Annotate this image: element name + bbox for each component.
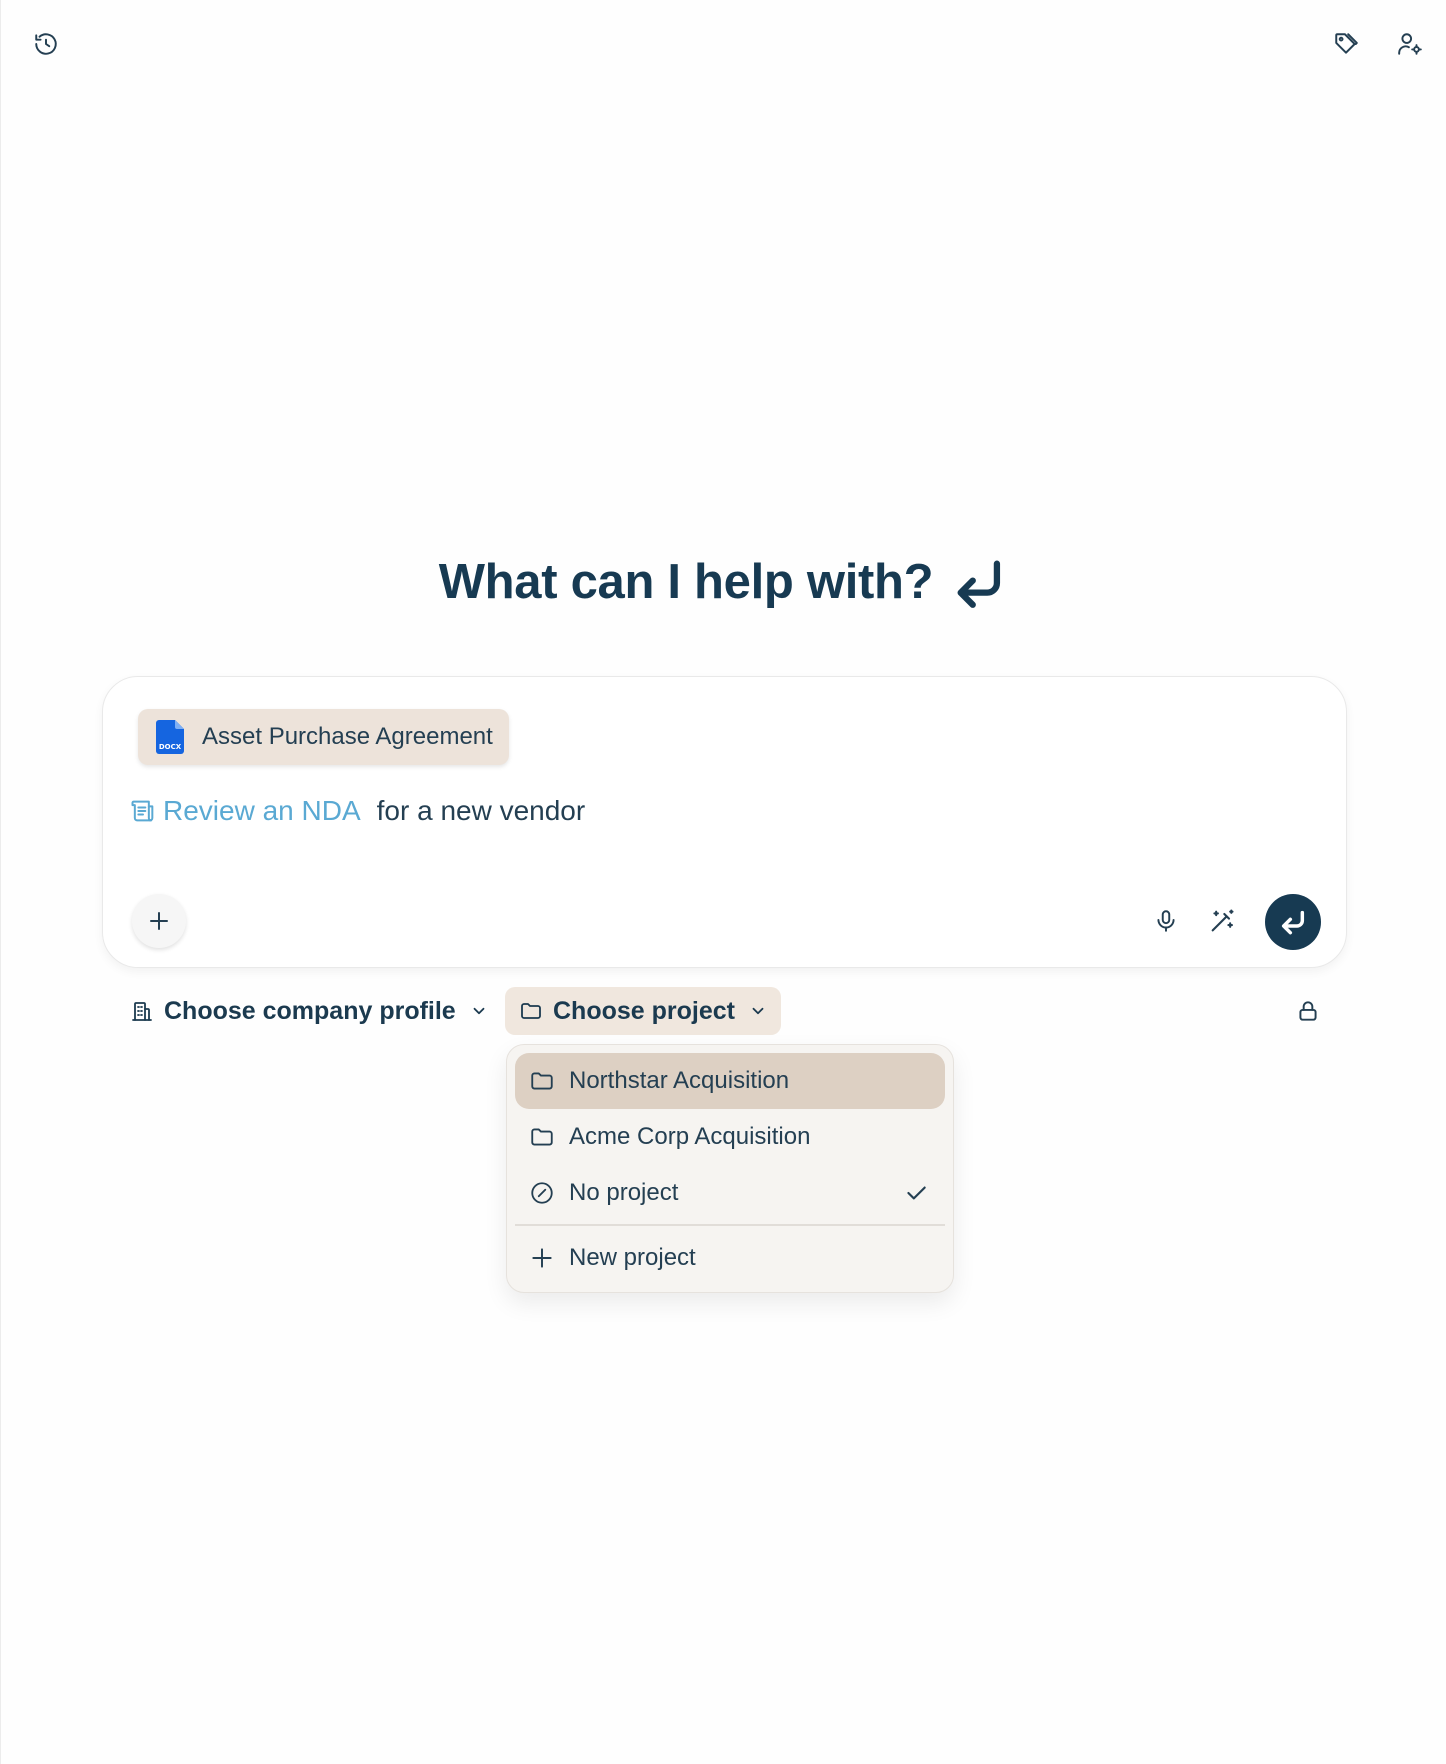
lock-icon xyxy=(1299,1001,1317,1021)
user-settings-button[interactable] xyxy=(1390,24,1430,64)
tag-icon xyxy=(1335,33,1358,54)
menu-item-label: No project xyxy=(569,1179,679,1206)
new-project-button[interactable]: New project xyxy=(515,1229,945,1287)
prompt-template-link[interactable]: Review an NDA xyxy=(163,795,361,827)
docx-file-icon: DOCX xyxy=(156,720,184,754)
plus-icon xyxy=(532,1247,552,1268)
menu-item-project[interactable]: Acme Corp Acquisition xyxy=(515,1109,945,1165)
menu-divider xyxy=(515,1224,945,1226)
message-composer[interactable]: DOCX Asset Purchase Agreement Review an … xyxy=(102,676,1347,968)
plus-icon xyxy=(150,912,168,930)
checkmark-icon xyxy=(907,1186,926,1200)
history-button[interactable] xyxy=(26,24,66,64)
menu-item-project[interactable]: Northstar Acquisition xyxy=(515,1053,945,1109)
project-dropdown-menu: Northstar Acquisition Acme Corp Acquisit… xyxy=(506,1044,954,1293)
new-project-label: New project xyxy=(569,1243,696,1271)
send-button[interactable] xyxy=(1265,894,1321,950)
app-window: What can I help with? DOCX Asset Purchas… xyxy=(0,0,1446,1764)
project-selector[interactable]: Choose project xyxy=(505,987,781,1035)
send-return-icon xyxy=(1281,910,1305,935)
page-title: What can I help with? xyxy=(438,555,934,609)
history-icon xyxy=(35,33,57,55)
tags-button[interactable] xyxy=(1326,24,1366,64)
enhance-prompt-button[interactable] xyxy=(1199,898,1245,944)
return-arrow-icon xyxy=(957,560,1001,608)
magic-wand-icon xyxy=(1211,909,1234,932)
hero: What can I help with? xyxy=(1,552,1446,612)
attachment-chip[interactable]: DOCX Asset Purchase Agreement xyxy=(138,709,509,765)
attachment-name: Asset Purchase Agreement xyxy=(202,723,493,750)
prompt-input-text[interactable]: for a new vendor xyxy=(377,795,586,827)
company-profile-selector[interactable]: Choose company profile xyxy=(116,987,502,1035)
add-attachment-button[interactable] xyxy=(132,894,186,948)
folder-icon xyxy=(531,1128,553,1146)
user-settings-icon xyxy=(1398,33,1422,55)
docx-type-label: DOCX xyxy=(159,743,182,751)
scroll-icon xyxy=(131,800,154,822)
privacy-lock-button[interactable] xyxy=(1291,994,1325,1028)
folder-icon xyxy=(531,1072,553,1090)
company-profile-label: Choose company profile xyxy=(164,996,456,1025)
microphone-icon xyxy=(1157,910,1175,932)
menu-item-label: Northstar Acquisition xyxy=(569,1067,790,1094)
no-entry-icon xyxy=(531,1182,553,1204)
voice-input-button[interactable] xyxy=(1143,898,1189,944)
menu-item-label: Acme Corp Acquisition xyxy=(569,1123,811,1150)
building-icon xyxy=(132,1002,152,1021)
chevron-down-icon xyxy=(473,1007,485,1015)
menu-item-no-project[interactable]: No project xyxy=(515,1165,945,1221)
folder-icon xyxy=(521,1003,541,1019)
project-selector-label: Choose project xyxy=(553,996,735,1025)
prompt-text[interactable]: Review an NDA for a new vendor xyxy=(129,795,585,827)
chevron-down-icon xyxy=(752,1007,764,1015)
